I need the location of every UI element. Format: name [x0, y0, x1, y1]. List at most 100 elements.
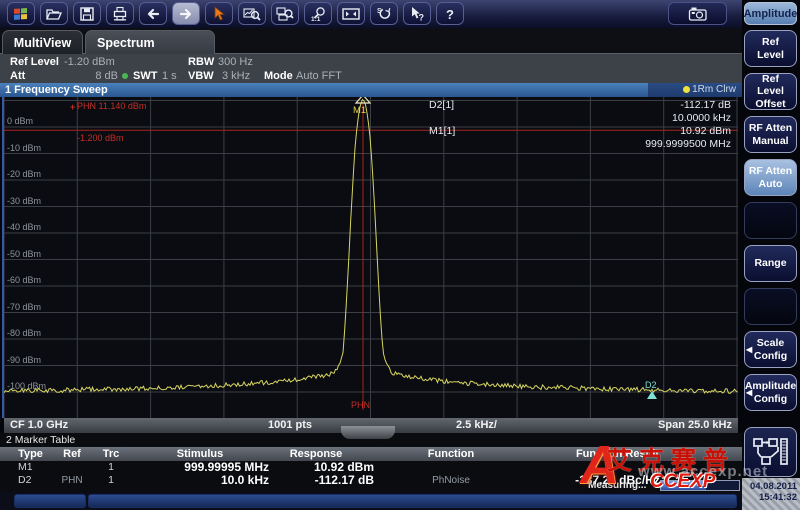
marker-table-header: TypeRefTrcStimulusResponseFunctionFuncti…	[0, 447, 742, 461]
mode-value[interactable]: Auto FFT	[296, 70, 342, 82]
status-segment-left	[14, 494, 86, 508]
result-window-title: 1 Frequency Sweep	[5, 83, 108, 97]
softkey-menu-header[interactable]: Amplitude	[744, 2, 797, 25]
readout-m1-freq: 999.9999500 MHz	[645, 138, 731, 150]
select-pointer-button[interactable]	[205, 2, 233, 25]
submenu-arrow-icon: ◀	[746, 388, 752, 398]
ref-line-label: -1.200 dBm	[77, 133, 124, 143]
undo-button[interactable]	[139, 2, 167, 25]
softkey-amplitude-config[interactable]: ◀Amplitude Config	[744, 374, 797, 411]
svg-text:?: ?	[446, 7, 454, 22]
softkey-label: Amplitude Config	[745, 380, 796, 405]
measuring-status: Measuring...	[588, 480, 646, 491]
vbw-label: VBW	[188, 70, 214, 82]
marker-table-cell: 10.0 kHz	[131, 474, 269, 487]
swt-value[interactable]: 1 s	[162, 70, 177, 82]
screenshot-camera-button[interactable]	[668, 2, 727, 25]
marker-table-cell: M1	[8, 461, 53, 474]
redo-button[interactable]	[172, 2, 200, 25]
analyzer-screen: 1:1 S?? MultiView Spectrum Ref Level -1.2…	[0, 0, 800, 510]
submenu-arrow-icon: ◀	[746, 345, 752, 355]
softkey-label: RF Atten Manual	[748, 122, 793, 147]
y-axis-label: -60 dBm	[7, 275, 41, 285]
tab-multiview-label: MultiView	[14, 36, 71, 50]
rbw-value[interactable]: 300 Hz	[218, 56, 253, 68]
softkey-label: Ref Level Offset	[748, 73, 793, 111]
softkey-sidebar: Amplitude 04.08.2011 15:41:32 Ref Level R…	[742, 0, 800, 510]
y-axis-label: -80 dBm	[7, 328, 41, 338]
ref-level-value[interactable]: -1.20 dBm	[64, 56, 115, 68]
result-window-header: 1 Frequency Sweep 1Rm Clrw	[0, 83, 742, 97]
column-header-function: Function	[396, 447, 506, 461]
settings-bar: Ref Level -1.20 dBm RBW 300 Hz Att 8 dB …	[0, 54, 742, 83]
progress-fill	[661, 481, 706, 490]
toolbar: 1:1 S??	[0, 0, 742, 28]
y-axis-label: -50 dBm	[7, 249, 41, 259]
spectrum-plot[interactable]: + PHN 11.140 dBm -1.200 dBm PHN M1 D2 D2…	[4, 97, 738, 418]
softkey-label: RF Atten Auto	[748, 165, 793, 190]
marker-table-cell: PHN	[53, 474, 91, 487]
spectrum-svg: + PHN 11.140 dBm -1.200 dBm PHN M1 D2	[4, 97, 738, 418]
display-fit-button[interactable]	[337, 2, 365, 25]
softkey-empty-6[interactable]	[744, 288, 797, 325]
help-pointer-button[interactable]: ?	[403, 2, 431, 25]
softkey-ref-level[interactable]: Ref Level	[744, 30, 797, 67]
readout-m1-name: M1[1]	[429, 125, 455, 137]
datetime-display: 04.08.2011 15:41:32	[742, 478, 800, 510]
softkey-rf-atten-auto[interactable]: RF Atten Auto	[744, 159, 797, 196]
softkey-label: Range	[754, 257, 786, 270]
time-value: 15:41:32	[742, 492, 797, 503]
phn-marker-label: PHN 11.140 dBm	[77, 101, 146, 111]
marker-table-cell: PhNoise	[396, 474, 506, 487]
readout-m1-value: 10.92 dBm	[680, 125, 731, 137]
vbw-value[interactable]: 3 kHz	[222, 70, 250, 82]
softkey-range[interactable]: Range	[744, 245, 797, 282]
center-frequency[interactable]: CF 1.0 GHz	[10, 418, 68, 433]
softkey-ref-level-offset[interactable]: Ref Level Offset	[744, 73, 797, 110]
mode-label: Mode	[264, 70, 293, 82]
readout-d2-freq: 10.0000 kHz	[672, 112, 731, 124]
column-header-ref: Ref	[53, 447, 91, 461]
y-axis-label: -100 dBm	[7, 381, 46, 391]
trace-indicator[interactable]: 1Rm Clrw	[648, 83, 742, 97]
windows-logo-button[interactable]	[7, 2, 35, 25]
y-axis-label: -70 dBm	[7, 302, 41, 312]
att-status-dot-icon	[122, 73, 128, 79]
tab-multiview[interactable]: MultiView	[2, 30, 83, 54]
att-label: Att	[10, 70, 25, 82]
softkey-rf-atten-manual[interactable]: RF Atten Manual	[744, 116, 797, 153]
save-button[interactable]	[73, 2, 101, 25]
softkey-label: Scale Config	[748, 337, 793, 362]
tab-spectrum-label: Spectrum	[97, 36, 155, 50]
tab-spectrum[interactable]: Spectrum	[85, 30, 215, 54]
readout-d2-name: D2[1]	[429, 99, 454, 111]
swt-label: SWT	[133, 70, 157, 82]
scale-per-division[interactable]: 2.5 kHz/	[456, 418, 497, 433]
print-button[interactable]	[106, 2, 134, 25]
block-diagram-overview-button[interactable]	[744, 427, 797, 477]
tab-bar: MultiView Spectrum	[0, 28, 742, 54]
y-axis-label: -20 dBm	[7, 169, 41, 179]
sweep-points[interactable]: 1001 pts	[268, 418, 312, 433]
att-value[interactable]: 8 dB	[85, 70, 118, 82]
rbw-label: RBW	[188, 56, 214, 68]
zoom-graph-button[interactable]	[238, 2, 266, 25]
softkey-scale-config[interactable]: ◀Scale Config	[744, 331, 797, 368]
ref-level-label: Ref Level	[10, 56, 59, 68]
zoom-multi-button[interactable]	[271, 2, 299, 25]
y-axis-label: -30 dBm	[7, 196, 41, 206]
span-value[interactable]: Span 25.0 kHz	[658, 418, 732, 433]
softkey-empty-4[interactable]	[744, 202, 797, 239]
y-axis-label: 0 dBm	[7, 116, 33, 126]
column-header-response: Response	[258, 447, 374, 461]
readout-d2-value: -112.17 dB	[680, 99, 731, 111]
help-button[interactable]: ?	[436, 2, 464, 25]
open-file-button[interactable]	[40, 2, 68, 25]
trace-dot-icon	[683, 86, 690, 93]
marker-table-cell: 1	[91, 474, 131, 487]
y-axis-label: -10 dBm	[7, 143, 41, 153]
window-splitter-handle[interactable]	[341, 426, 395, 439]
continuous-sweep-button[interactable]: S	[370, 2, 398, 25]
marker-table-title: 2 Marker Table	[6, 433, 75, 447]
zoom-one-to-one-button[interactable]: 1:1	[304, 2, 332, 25]
